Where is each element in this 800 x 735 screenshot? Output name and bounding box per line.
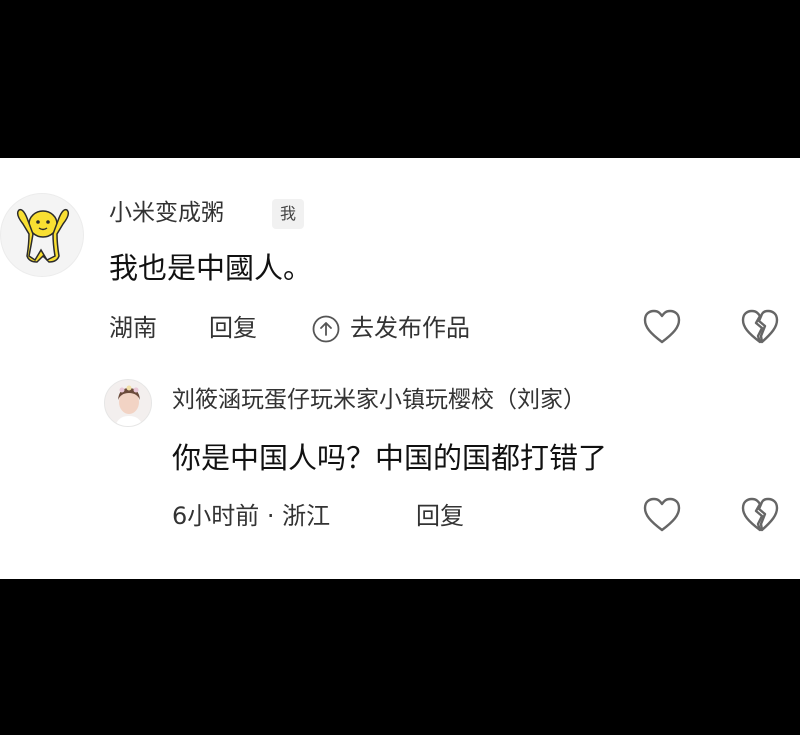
comment-username[interactable]: 小米变成粥 [109,202,224,225]
reply-reply-button[interactable]: 回复 [416,504,464,528]
reply-avatar[interactable] [104,379,152,427]
avatar[interactable] [0,193,84,277]
reply-time-location: 6小时前 · 浙江 [172,502,331,530]
broken-heart-icon[interactable] [740,308,780,346]
yellow-mascot-icon [16,208,70,263]
reply-username[interactable]: 刘筱涵玩蛋仔玩米家小镇玩樱校（刘家） [172,389,586,412]
girl-photo-icon [105,380,151,426]
heart-outline-icon[interactable] [642,308,682,346]
comment-text: 我也是中國人。 [109,251,313,285]
heart-outline-icon[interactable] [642,496,682,534]
reply-text: 你是中国人吗？中国的国都打错了 [172,441,608,475]
comment-location: 湖南 [109,314,157,342]
upload-arrow-icon[interactable] [311,314,341,344]
publish-work-link[interactable]: 去发布作品 [350,316,470,340]
reply-button[interactable]: 回复 [209,316,257,340]
me-badge: 我 [272,199,305,229]
broken-heart-icon[interactable] [740,496,780,534]
